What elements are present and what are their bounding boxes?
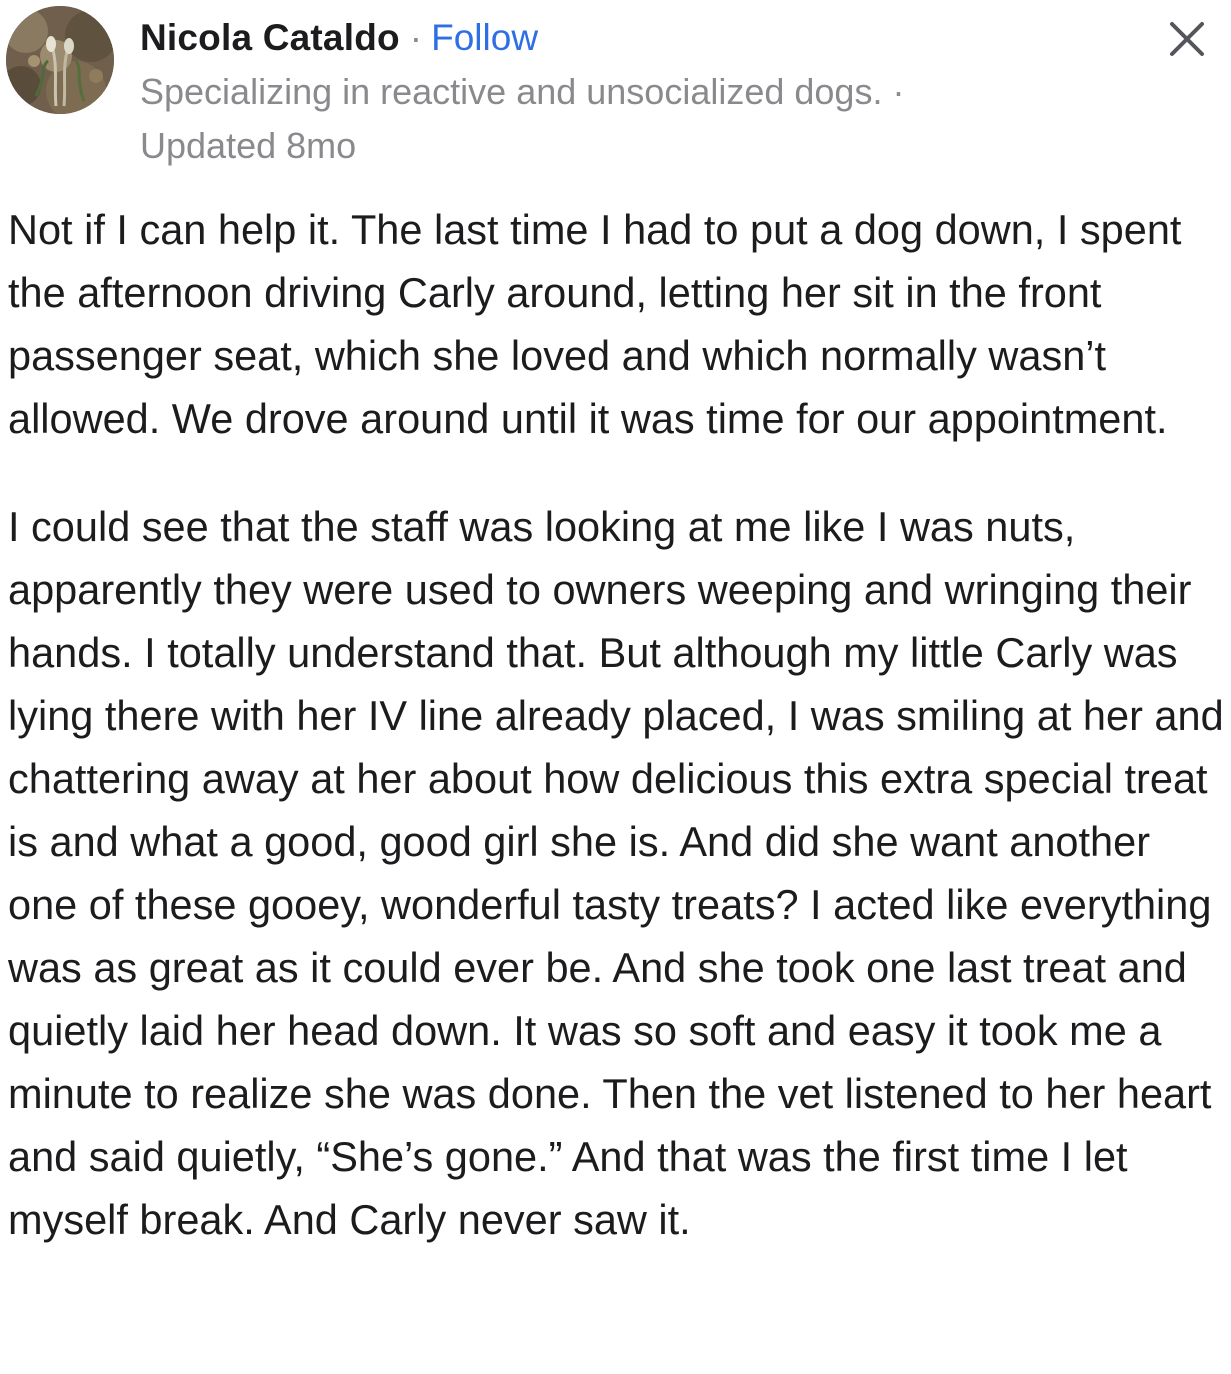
updated-timestamp[interactable]: Updated 8mo — [140, 122, 356, 170]
follow-button[interactable]: Follow — [431, 17, 538, 58]
close-button[interactable] — [1164, 16, 1210, 62]
answer-paragraph-2: I could see that the staff was looking a… — [8, 503, 1224, 1243]
profile-photo-plant-icon — [6, 6, 114, 114]
post-header: Nicola Cataldo · Follow Specializing in re… — [0, 0, 1231, 175]
author-name[interactable]: Nicola Cataldo — [140, 17, 400, 58]
answer-paragraph-1: Not if I can help it. The last time I ha… — [8, 206, 1182, 442]
close-x-icon — [1170, 22, 1204, 56]
author-credential: Specializing in reactive and unsocialize… — [140, 71, 905, 112]
answer-body: Not if I can help it. The last time I ha… — [8, 198, 1230, 1251]
separator-dot: · — [409, 17, 423, 58]
author-line: Nicola Cataldo · Follow — [140, 14, 538, 62]
author-avatar[interactable] — [6, 6, 114, 114]
